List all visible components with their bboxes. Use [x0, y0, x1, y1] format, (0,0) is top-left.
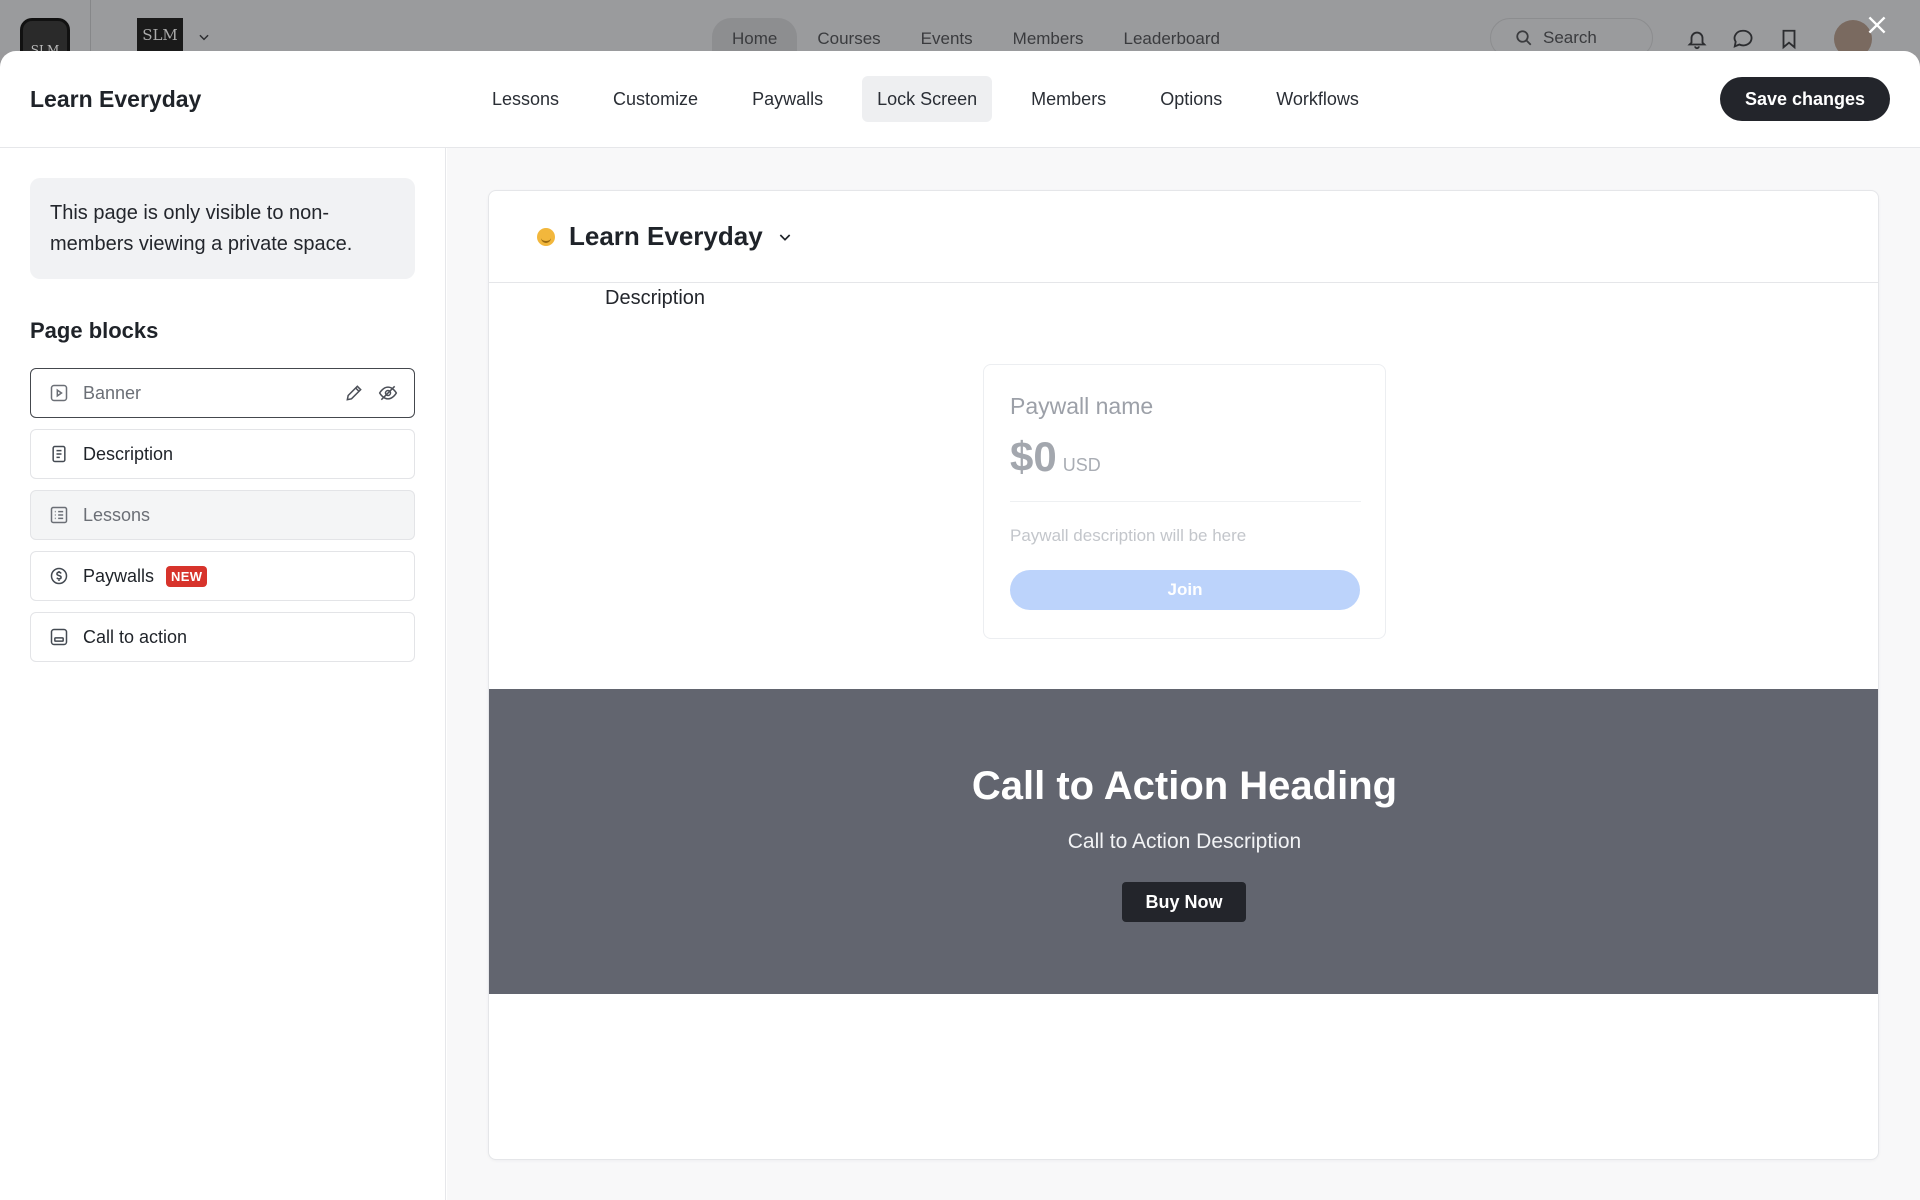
block-lessons[interactable]: Lessons	[30, 490, 415, 540]
tab-members[interactable]: Members	[1016, 76, 1121, 122]
block-label: Description	[83, 443, 174, 464]
dollar-circle-icon	[50, 567, 68, 585]
search-icon	[1516, 30, 1532, 46]
block-description[interactable]: Description	[30, 429, 415, 479]
bell-icon[interactable]	[1686, 28, 1708, 50]
paywall-card: Paywall name $0 USD Paywall description …	[983, 364, 1386, 639]
paywall-amount: $0	[1010, 433, 1057, 480]
background-app-bar: SLM SLM Home Courses Events Members Lead…	[0, 0, 1920, 68]
search-placeholder: Search	[1543, 28, 1597, 47]
visibility-notice: This page is only visible to non-members…	[30, 178, 415, 279]
block-actions	[344, 383, 398, 403]
paywall-description: Paywall description will be here	[1010, 526, 1247, 545]
chevron-down-icon[interactable]	[197, 30, 211, 44]
space-settings-modal: Learn Everyday Lessons Customize Paywall…	[0, 51, 1920, 1200]
tab-options[interactable]: Options	[1145, 76, 1237, 122]
block-label: Paywalls	[83, 565, 155, 586]
save-changes-button[interactable]: Save changes	[1720, 77, 1890, 121]
lock-screen-preview: Learn Everyday Description Paywall name …	[488, 190, 1879, 1160]
tab-paywalls[interactable]: Paywalls	[737, 76, 838, 122]
bar-divider	[90, 0, 91, 52]
paywall-divider	[1010, 501, 1361, 502]
paywall-name: Paywall name	[1010, 393, 1154, 419]
call-to-action-block: Call to Action Heading Call to Action De…	[489, 689, 1878, 994]
tab-lock-screen[interactable]: Lock Screen	[862, 76, 993, 122]
block-label: Lessons	[83, 504, 151, 525]
paywall-price: $0 USD	[1010, 433, 1101, 481]
tab-customize[interactable]: Customize	[598, 76, 713, 122]
join-button[interactable]: Join	[1010, 570, 1360, 610]
chat-icon[interactable]	[1732, 28, 1754, 50]
page-blocks-title: Page blocks	[30, 318, 159, 343]
block-label: Call to action	[83, 626, 188, 647]
cta-description: Call to Action Description	[1067, 830, 1302, 853]
tab-lessons[interactable]: Lessons	[477, 76, 574, 122]
bookmark-icon[interactable]	[1778, 28, 1800, 50]
modal-title: Learn Everyday	[30, 86, 202, 112]
page-blocks-sidebar: This page is only visible to non-members…	[0, 148, 446, 1200]
chevron-down-icon[interactable]	[777, 229, 793, 245]
brand-logo[interactable]: SLM	[137, 18, 183, 52]
list-icon	[50, 506, 68, 524]
document-icon	[52, 445, 66, 463]
cta-heading: Call to Action Heading	[971, 764, 1398, 808]
space-name: Learn Everyday	[569, 221, 763, 251]
buy-now-button[interactable]: Buy Now	[1122, 882, 1246, 922]
block-label: Banner	[83, 382, 142, 403]
modal-header: Learn Everyday Lessons Customize Paywall…	[0, 51, 1920, 148]
block-paywalls[interactable]: Paywalls NEW	[30, 551, 415, 601]
block-banner[interactable]: Banner	[30, 368, 415, 418]
cta-icon	[50, 628, 68, 646]
new-badge: NEW	[166, 565, 208, 587]
close-icon[interactable]	[1864, 12, 1890, 38]
play-square-icon	[50, 384, 68, 402]
pencil-icon[interactable]	[344, 383, 364, 403]
paywall-currency: USD	[1062, 455, 1101, 475]
settings-tabs: Lessons Customize Paywalls Lock Screen M…	[477, 76, 1374, 122]
block-call-to-action[interactable]: Call to action	[30, 612, 415, 662]
tab-workflows[interactable]: Workflows	[1261, 76, 1374, 122]
preview-header: Learn Everyday	[489, 191, 1878, 283]
description-block[interactable]: Description	[605, 287, 705, 310]
space-emoji-icon	[537, 227, 555, 246]
preview-canvas: Learn Everyday Description Paywall name …	[447, 148, 1920, 1200]
eye-off-icon[interactable]	[378, 383, 398, 403]
